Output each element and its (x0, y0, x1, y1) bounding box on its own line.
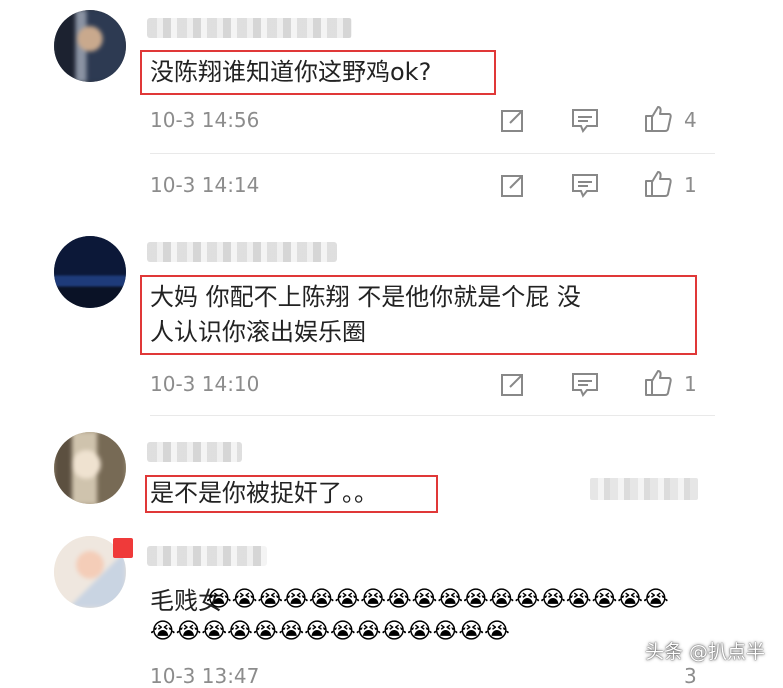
share-button[interactable] (498, 369, 528, 399)
comment-time: 10-3 14:56 (150, 108, 260, 132)
reply-button[interactable] (570, 369, 600, 399)
like-count: 1 (684, 372, 697, 396)
share-button[interactable] (498, 170, 528, 200)
emoji-row: 😭😭😭😭😭😭😭😭😭😭😭😭😭😭 (150, 619, 510, 644)
like-count: 4 (684, 108, 697, 132)
divider (150, 153, 715, 154)
divider (150, 415, 715, 416)
comment-icon (572, 174, 598, 198)
like-count: 1 (684, 173, 697, 197)
thumbs-up-icon (645, 370, 672, 396)
avatar[interactable] (54, 10, 126, 82)
share-button[interactable] (498, 105, 528, 135)
comment-icon (572, 373, 598, 397)
comment-text: 是不是你被捉奸了。。 (150, 479, 378, 507)
username-blurred[interactable] (147, 546, 267, 566)
reply-button[interactable] (570, 170, 600, 200)
watermark: 头条 @扒点半 (644, 641, 765, 663)
share-icon (501, 110, 523, 132)
comment-text: 没陈翔谁知道你这野鸡ok? (150, 58, 432, 86)
blurred-content (590, 478, 698, 500)
username-blurred[interactable] (147, 442, 242, 462)
avatar[interactable] (54, 432, 126, 504)
username-blurred[interactable] (147, 18, 352, 38)
share-icon (501, 374, 523, 396)
thumbs-up-icon (645, 106, 672, 132)
like-button[interactable] (642, 168, 674, 200)
like-count: 3 (684, 664, 697, 688)
share-icon (501, 175, 523, 197)
reply-button[interactable] (570, 105, 600, 135)
comment-time: 10-3 13:47 (150, 664, 260, 688)
badge-icon (113, 538, 133, 558)
comment-text-line2: 人认识你滚出娱乐圈 (150, 318, 366, 346)
comment-text-line1: 大妈 你配不上陈翔 不是他你就是个屁 没 (150, 283, 581, 311)
comment-icon (572, 109, 598, 133)
like-button[interactable] (642, 103, 674, 135)
comment-time: 10-3 14:14 (150, 173, 260, 197)
username-blurred[interactable] (147, 242, 337, 262)
avatar[interactable] (54, 236, 126, 308)
comment-time: 10-3 14:10 (150, 372, 260, 396)
thumbs-up-icon (645, 171, 672, 197)
emoji-row: 😭😭😭😭😭😭😭😭😭😭😭😭😭😭😭😭😭😭 (206, 587, 669, 612)
like-button[interactable] (642, 367, 674, 399)
